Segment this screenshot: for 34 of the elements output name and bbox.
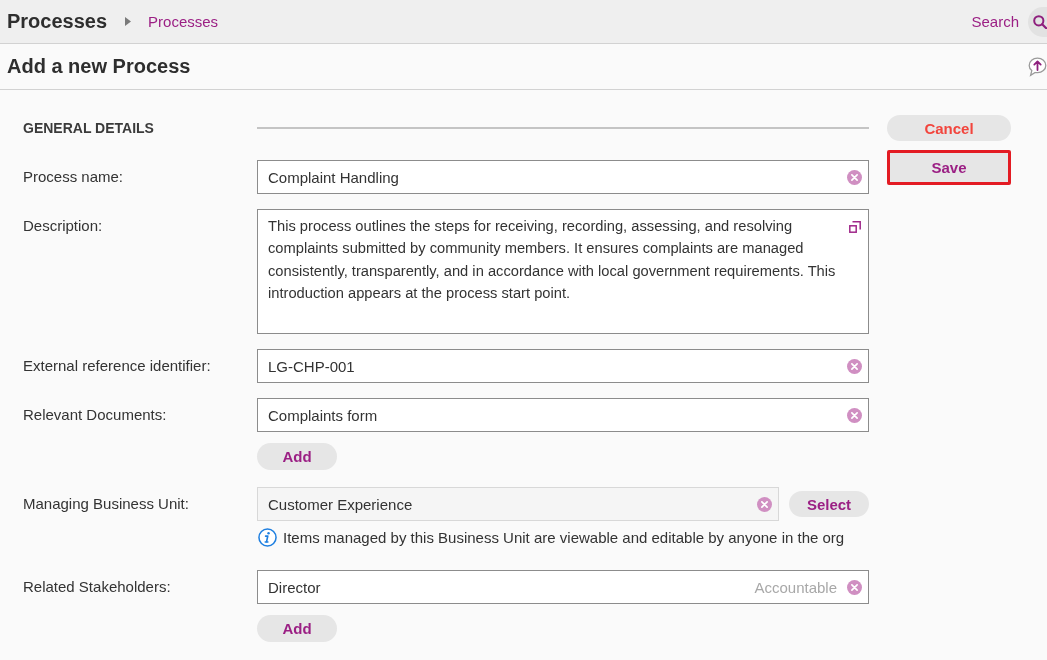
- text-field[interactable]: Complaint Handling: [257, 160, 869, 194]
- field-label: Process name:: [23, 167, 125, 187]
- app-title: Processes: [7, 10, 108, 33]
- description-field[interactable]: This process outlines the steps for receiving, recording, assessing, and resolving complaints submitted by community members. It ensures complaints are managed consistently, transparently, and in accordance with local government requirements. This introduction appears at the process start point.: [257, 209, 869, 334]
- clear-icon[interactable]: [847, 579, 862, 595]
- save-button[interactable]: Save: [887, 150, 1011, 185]
- info-icon: [258, 528, 277, 547]
- field-label: Managing Business Unit:: [23, 494, 190, 514]
- page-title: Add a new Process: [7, 55, 191, 78]
- clear-icon[interactable]: [847, 358, 862, 374]
- select-button[interactable]: Select: [789, 491, 869, 517]
- clear-icon[interactable]: [757, 496, 772, 512]
- caret-icon: [125, 17, 132, 26]
- field-label: Relevant Documents:: [23, 405, 168, 425]
- section-heading: GENERAL DETAILS: [23, 119, 155, 138]
- speech-bubble-icon[interactable]: [1028, 56, 1047, 77]
- clear-icon[interactable]: [847, 407, 862, 423]
- add-button[interactable]: Add: [257, 615, 337, 642]
- text-field[interactable]: LG-CHP-001: [257, 349, 869, 383]
- search-icon: [1033, 14, 1047, 29]
- add-button[interactable]: Add: [257, 443, 337, 470]
- picker-field[interactable]: Customer Experience: [257, 487, 779, 521]
- list-item-field[interactable]: Director Accountable: [257, 570, 869, 604]
- search-button[interactable]: [1028, 6, 1047, 37]
- breadcrumb-link[interactable]: Processes: [148, 13, 219, 30]
- expand-icon[interactable]: [849, 221, 861, 233]
- field-label: Description:: [23, 216, 104, 236]
- role-label: Accountable: [754, 578, 837, 596]
- list-item-field[interactable]: Complaints form: [257, 398, 869, 432]
- info-text: Items managed by this Business Unit are viewable and editable by anyone in the org: [283, 528, 845, 547]
- field-label: Related Stakeholders:: [23, 577, 172, 597]
- search-link[interactable]: Search: [971, 13, 1019, 30]
- field-label: External reference identifier:: [23, 356, 212, 376]
- clear-icon[interactable]: [847, 169, 862, 185]
